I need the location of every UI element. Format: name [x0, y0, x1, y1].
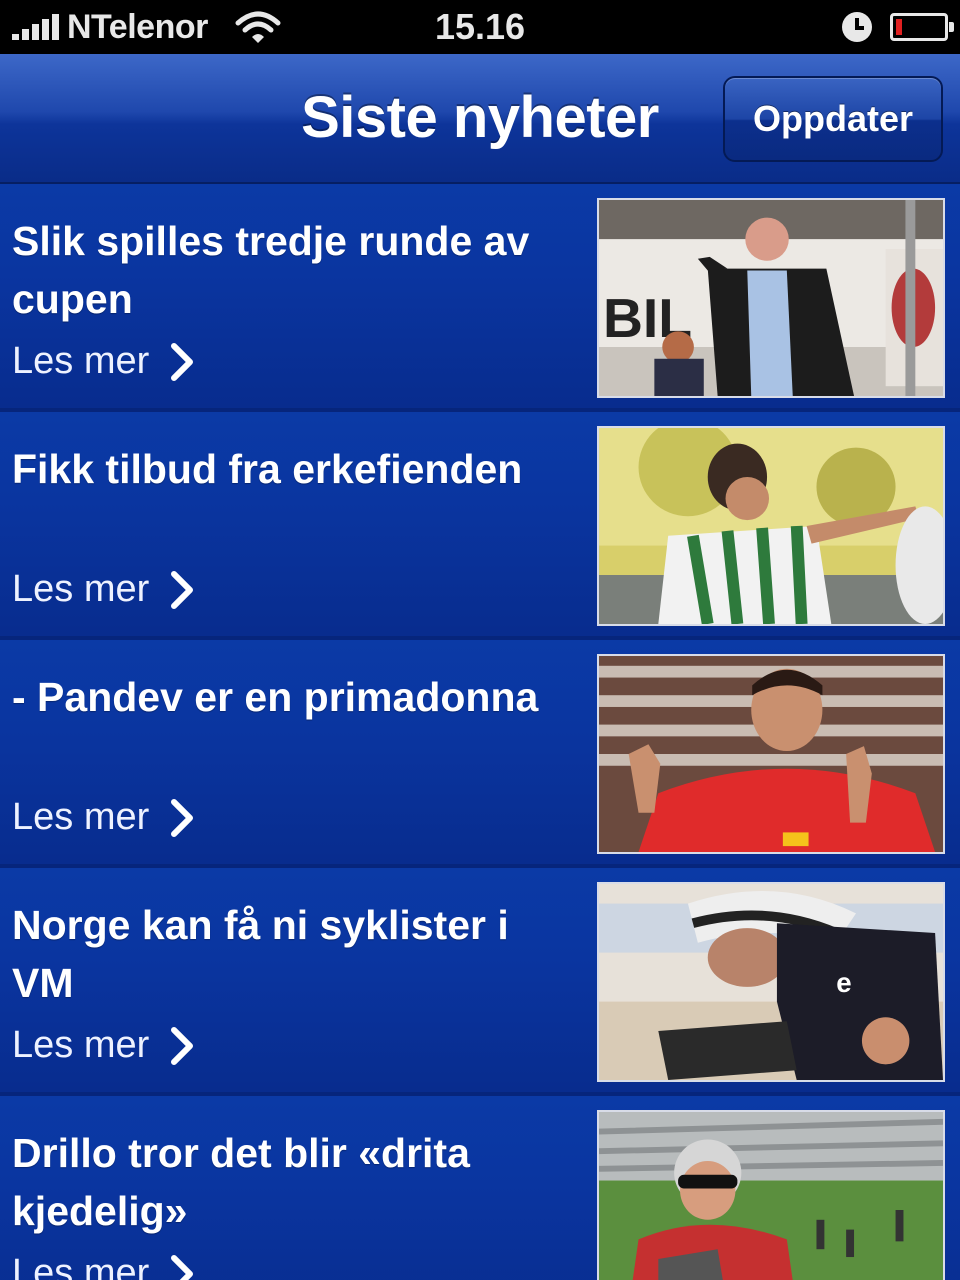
- navigation-bar: Siste nyheter Oppdater: [0, 54, 960, 184]
- alarm-clock-icon: [842, 12, 872, 42]
- news-headline[interactable]: Fikk tilbud fra erkefienden: [12, 440, 572, 498]
- carrier-name: NTelenor: [67, 7, 208, 46]
- battery-level: [896, 19, 902, 35]
- news-headline[interactable]: Drillo tror det blir «drita kjedelig»: [12, 1124, 572, 1240]
- news-item[interactable]: - Pandev er en primadonna Les mer: [0, 640, 960, 868]
- wifi-icon: [235, 11, 281, 43]
- news-item[interactable]: Fikk tilbud fra erkefienden Les mer: [0, 412, 960, 640]
- status-bar: NTelenor 15.16: [0, 0, 960, 54]
- news-thumbnail[interactable]: e: [597, 882, 945, 1082]
- svg-text:e: e: [836, 967, 851, 998]
- news-item[interactable]: Drillo tror det blir «drita kjedelig» Le…: [0, 1096, 960, 1280]
- news-thumbnail[interactable]: [597, 426, 945, 626]
- read-more-link[interactable]: Les mer: [12, 568, 195, 611]
- chevron-right-icon: [171, 1254, 194, 1280]
- news-headline[interactable]: Slik spilles tredje runde av cupen: [12, 212, 572, 328]
- chevron-right-icon: [171, 342, 194, 381]
- read-more-link[interactable]: Les mer: [12, 340, 195, 383]
- read-more-link[interactable]: Les mer: [12, 1024, 195, 1067]
- news-item[interactable]: Slik spilles tredje runde av cupen Les m…: [0, 184, 960, 412]
- news-headline[interactable]: - Pandev er en primadonna: [12, 668, 572, 726]
- battery-icon: [890, 13, 954, 41]
- read-more-link[interactable]: Les mer: [12, 796, 195, 839]
- signal-icon: [12, 14, 59, 40]
- read-more-link[interactable]: Les mer: [12, 1252, 195, 1280]
- news-thumbnail[interactable]: [597, 1110, 945, 1280]
- chevron-right-icon: [171, 798, 194, 837]
- refresh-button[interactable]: Oppdater: [723, 76, 943, 162]
- news-list: Slik spilles tredje runde av cupen Les m…: [0, 184, 960, 1280]
- news-thumbnail[interactable]: BIL: [597, 198, 945, 398]
- read-more-label: Les mer: [12, 568, 150, 610]
- news-item[interactable]: Norge kan få ni syklister i VM Les mer e: [0, 868, 960, 1096]
- news-thumbnail[interactable]: [597, 654, 945, 854]
- read-more-label: Les mer: [12, 796, 150, 838]
- status-right: [842, 0, 954, 54]
- chevron-right-icon: [171, 570, 194, 609]
- read-more-label: Les mer: [12, 1024, 150, 1066]
- news-headline[interactable]: Norge kan få ni syklister i VM: [12, 896, 572, 1012]
- read-more-label: Les mer: [12, 1252, 150, 1280]
- chevron-right-icon: [171, 1026, 194, 1065]
- status-left: NTelenor: [12, 0, 282, 54]
- read-more-label: Les mer: [12, 340, 150, 382]
